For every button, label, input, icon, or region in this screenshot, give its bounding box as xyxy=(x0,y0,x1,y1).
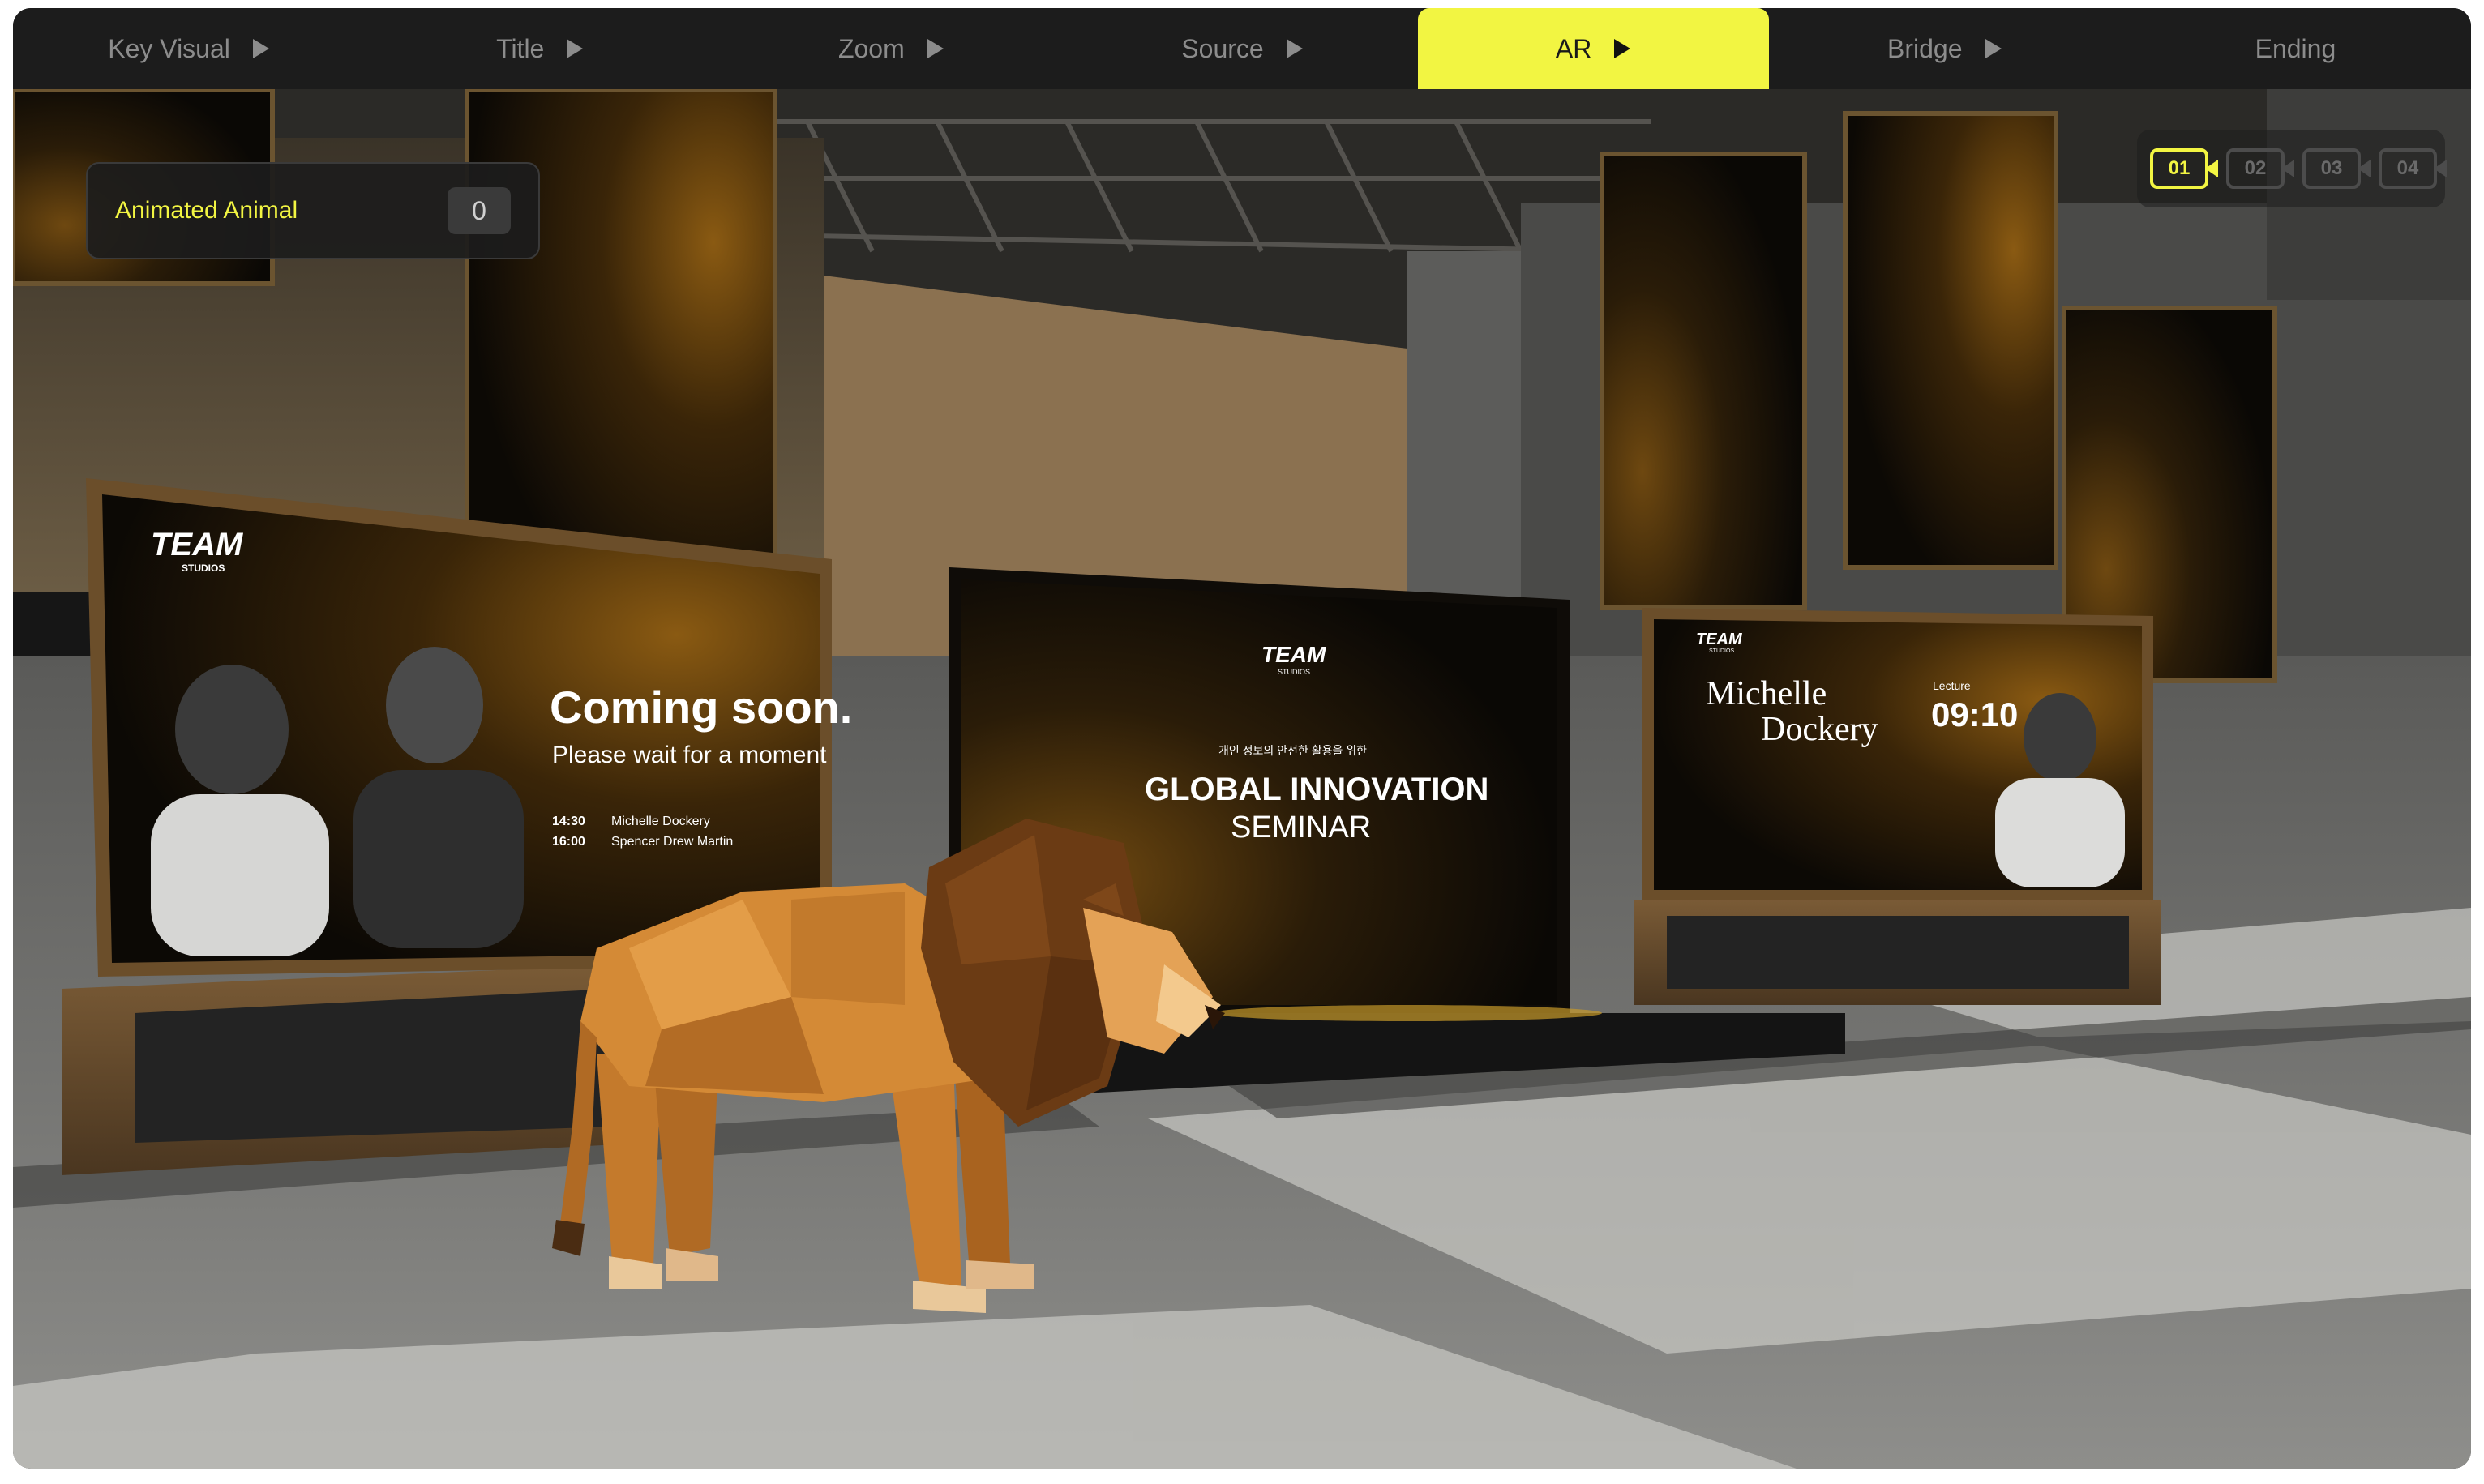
center-screen-logo-sub: STUDIOS xyxy=(1278,668,1311,676)
right-screen-name-line2: Dockery xyxy=(1761,711,1878,748)
tab-title[interactable]: Title xyxy=(364,8,715,89)
left-screen-logo-sub: STUDIOS xyxy=(182,562,225,574)
scene-tab-bar: Key Visual Title Zoom Source AR Bridge E… xyxy=(13,8,2471,89)
center-screen-subtitle: SEMINAR xyxy=(1231,810,1372,845)
camera-01-button[interactable]: 01 xyxy=(2150,148,2218,189)
ar-scene-viewport[interactable]: TEAM STUDIOS Coming soon. Please wait fo… xyxy=(13,89,2471,1469)
schedule-time: 14:30 xyxy=(552,815,585,828)
right-screen-name-line1: Michelle xyxy=(1706,675,1827,712)
camera-number: 03 xyxy=(2320,157,2343,179)
play-icon xyxy=(567,39,584,58)
play-icon xyxy=(927,39,944,58)
right-screen-lecture-time: 09:10 xyxy=(1931,695,2019,733)
play-icon xyxy=(252,39,269,58)
tab-label: Zoom xyxy=(837,33,905,63)
camera-switcher: 01 02 03 04 xyxy=(2137,130,2447,207)
center-screen-logo: TEAM xyxy=(1261,642,1326,667)
camera-number: 01 xyxy=(2168,157,2191,179)
schedule-name: Spencer Drew Martin xyxy=(611,835,734,849)
tab-zoom[interactable]: Zoom xyxy=(715,8,1066,89)
play-icon xyxy=(1286,39,1303,58)
right-screen-lecture-label: Lecture xyxy=(1933,679,1971,692)
left-screen-heading: Coming soon. xyxy=(550,682,853,733)
tab-bridge[interactable]: Bridge xyxy=(1769,8,2120,89)
camera-04-button[interactable]: 04 xyxy=(2379,148,2447,189)
left-screen-logo: TEAM xyxy=(151,527,243,562)
right-screen-logo-sub: STUDIOS xyxy=(1709,648,1735,654)
tab-ar[interactable]: AR xyxy=(1417,8,1769,89)
tab-label: Ending xyxy=(2255,33,2336,63)
app-frame: Key Visual Title Zoom Source AR Bridge E… xyxy=(13,8,2471,1469)
camera-03-button[interactable]: 03 xyxy=(2302,148,2371,189)
animated-animal-panel[interactable]: Animated Animal 0 xyxy=(86,162,540,259)
tab-label: Source xyxy=(1181,33,1264,63)
tab-ending[interactable]: Ending xyxy=(2120,8,2471,89)
right-screen-logo: TEAM xyxy=(1696,631,1742,648)
schedule-time: 16:00 xyxy=(552,835,585,849)
animated-animal-label: Animated Animal xyxy=(115,197,298,224)
play-icon xyxy=(1985,39,2002,58)
tab-label: AR xyxy=(1555,33,1592,63)
camera-number: 02 xyxy=(2244,157,2267,179)
camera-number: 04 xyxy=(2396,157,2419,179)
play-icon xyxy=(1614,39,1631,58)
schedule-name: Michelle Dockery xyxy=(611,815,710,828)
tab-source[interactable]: Source xyxy=(1066,8,1417,89)
tab-label: Bridge xyxy=(1887,33,1963,63)
tab-label: Title xyxy=(496,33,545,63)
tab-key-visual[interactable]: Key Visual xyxy=(13,8,364,89)
center-screen-title: GLOBAL INNOVATION xyxy=(1145,772,1489,807)
left-screen-subheading: Please wait for a moment xyxy=(552,742,827,768)
camera-02-button[interactable]: 02 xyxy=(2226,148,2294,189)
tab-label: Key Visual xyxy=(108,33,230,63)
center-screen-kicker: 개인 정보의 안전한 활용을 위한 xyxy=(1218,744,1367,757)
animated-animal-count[interactable]: 0 xyxy=(448,187,511,234)
